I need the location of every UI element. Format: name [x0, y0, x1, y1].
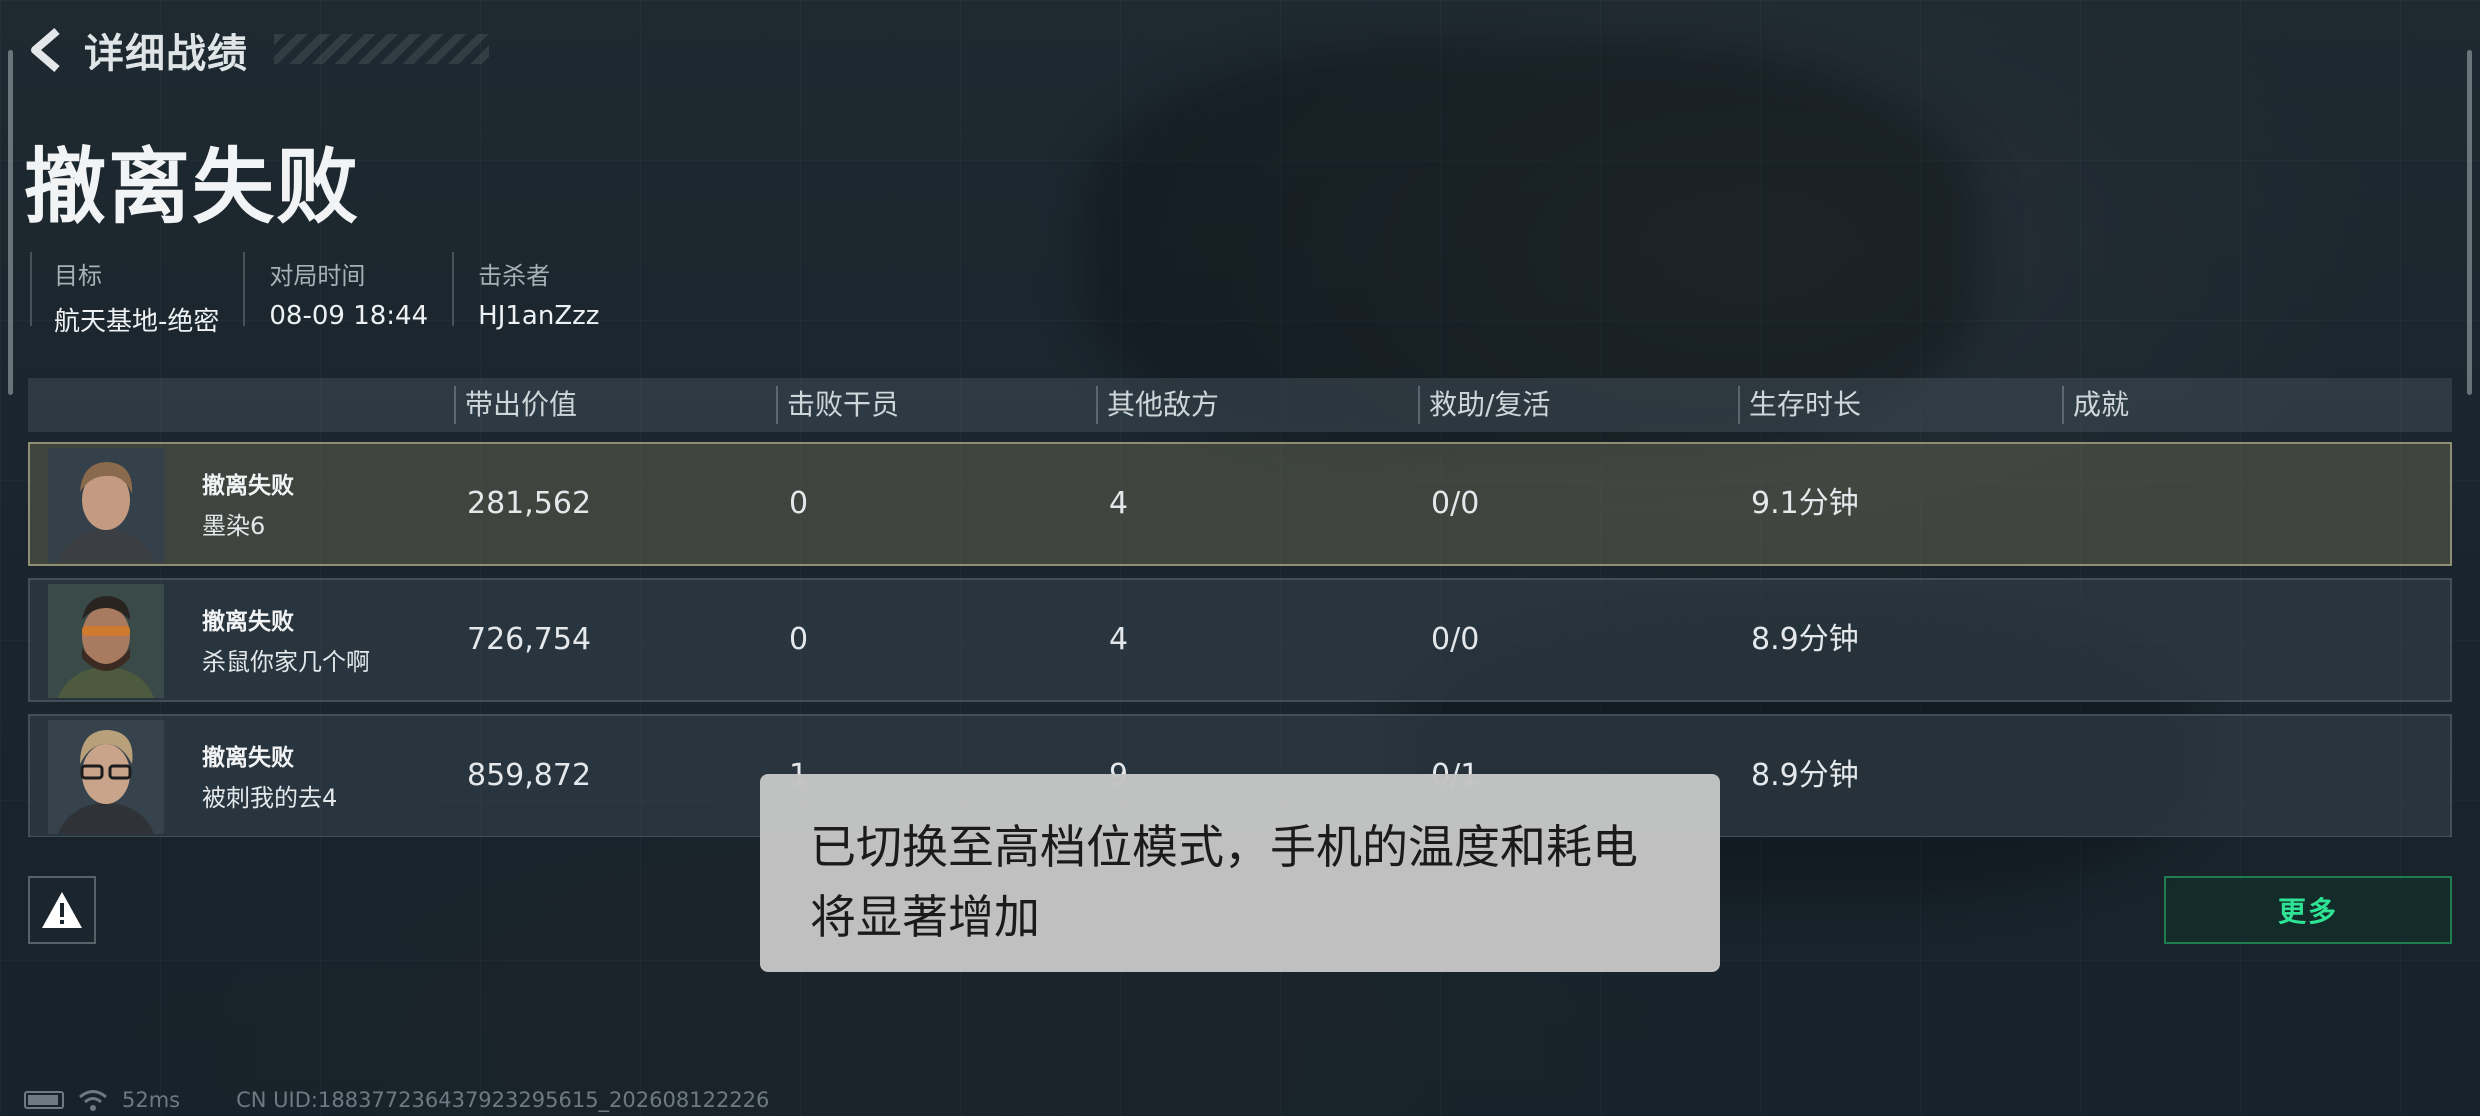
match-info: 目标 航天基地-绝密 对局时间 08-09 18:44 击杀者 HJ1anZzz: [30, 252, 623, 337]
column-divider: [454, 386, 456, 424]
player-name: 墨染6: [202, 512, 266, 540]
report-button[interactable]: [28, 876, 96, 944]
cell-value: 281,562: [467, 486, 592, 521]
cell-kills: 0: [789, 486, 809, 521]
column-header-achievement: 成就: [2073, 388, 2130, 421]
cell-other: 4: [1109, 486, 1129, 521]
column-header-value: 带出价值: [465, 388, 578, 421]
player-name: 被刺我的去4: [202, 784, 338, 812]
toast-line: 将显著增加: [810, 890, 1040, 944]
right-scrollbar[interactable]: [2467, 50, 2472, 395]
cell-time: 8.9分钟: [1751, 622, 1859, 657]
info-match-time: 对局时间 08-09 18:44: [245, 252, 455, 331]
cell-time: 9.1分钟: [1751, 486, 1859, 521]
toast-line: 已切换至高档位模式，手机的温度和耗电: [810, 820, 1638, 874]
column-header-kills: 击败干员: [787, 388, 900, 421]
player-avatar: [48, 720, 164, 834]
info-value: HJ1anZzz: [478, 301, 600, 331]
row-status: 撤离失败: [202, 473, 294, 499]
warning-icon: [42, 892, 82, 928]
cell-kills: 0: [789, 622, 809, 657]
back-arrow-icon: [31, 27, 60, 73]
player-avatar: [48, 448, 164, 562]
cell-assist: 0/0: [1431, 486, 1480, 521]
cell-time: 8.9分钟: [1751, 758, 1859, 793]
info-label: 对局时间: [269, 262, 366, 290]
result-title: 撤离失败: [24, 140, 361, 235]
info-value: 08-09 18:44: [269, 301, 429, 331]
ping-value: 52ms: [122, 1088, 181, 1112]
header-title: 详细战绩: [84, 31, 248, 77]
cell-value: 726,754: [467, 622, 592, 657]
cell-assist: 0/0: [1431, 622, 1480, 657]
player-row[interactable]: 撤离失败 墨染6 281,562 0 4 0/0 9.1分钟: [28, 442, 2452, 566]
info-killer: 击杀者 HJ1anZzz: [454, 252, 623, 331]
column-header-assist: 救助/复活: [1429, 388, 1551, 421]
row-status: 撤离失败: [202, 745, 294, 771]
uid-text: CN UID:18837723643792329561​5_2026081222…: [236, 1088, 770, 1112]
table-header: 带出价值 击败干员 其他敌方 救助/复活 生存时长 成就: [28, 378, 2452, 432]
cell-other: 4: [1109, 622, 1129, 657]
info-label: 目标: [54, 262, 102, 290]
info-value: 航天基地-绝密: [54, 307, 220, 337]
wifi-icon: [79, 1090, 107, 1111]
column-header-other: 其他敌方: [1107, 388, 1220, 421]
more-button[interactable]: 更多: [2164, 876, 2452, 944]
toast-message: 已切换至高档位模式，手机的温度和耗电 将显著增加: [760, 774, 1720, 972]
column-divider: [2062, 386, 2064, 424]
column-divider: [1738, 386, 1740, 424]
row-status: 撤离失败: [202, 609, 294, 635]
back-button[interactable]: [24, 25, 70, 75]
info-label: 击杀者: [478, 262, 551, 290]
column-divider: [776, 386, 778, 424]
battery-icon: [24, 1091, 64, 1109]
player-avatar: [48, 584, 164, 698]
header-stripes-decoration: [274, 34, 489, 64]
cell-value: 859,872: [467, 758, 592, 793]
column-header-time: 生存时长: [1749, 388, 1862, 421]
player-name: 杀鼠你家几个啊: [202, 648, 370, 676]
left-scrollbar[interactable]: [8, 50, 13, 395]
column-divider: [1418, 386, 1420, 424]
column-divider: [1096, 386, 1098, 424]
status-bar: 52ms CN UID:18837723643792329561​5_20260…: [24, 1088, 769, 1112]
info-target: 目标 航天基地-绝密: [30, 252, 246, 337]
player-row[interactable]: 撤离失败 杀鼠你家几个啊 726,754 0 4 0/0 8.9分钟: [28, 578, 2452, 702]
header: 详细战绩: [24, 22, 489, 78]
